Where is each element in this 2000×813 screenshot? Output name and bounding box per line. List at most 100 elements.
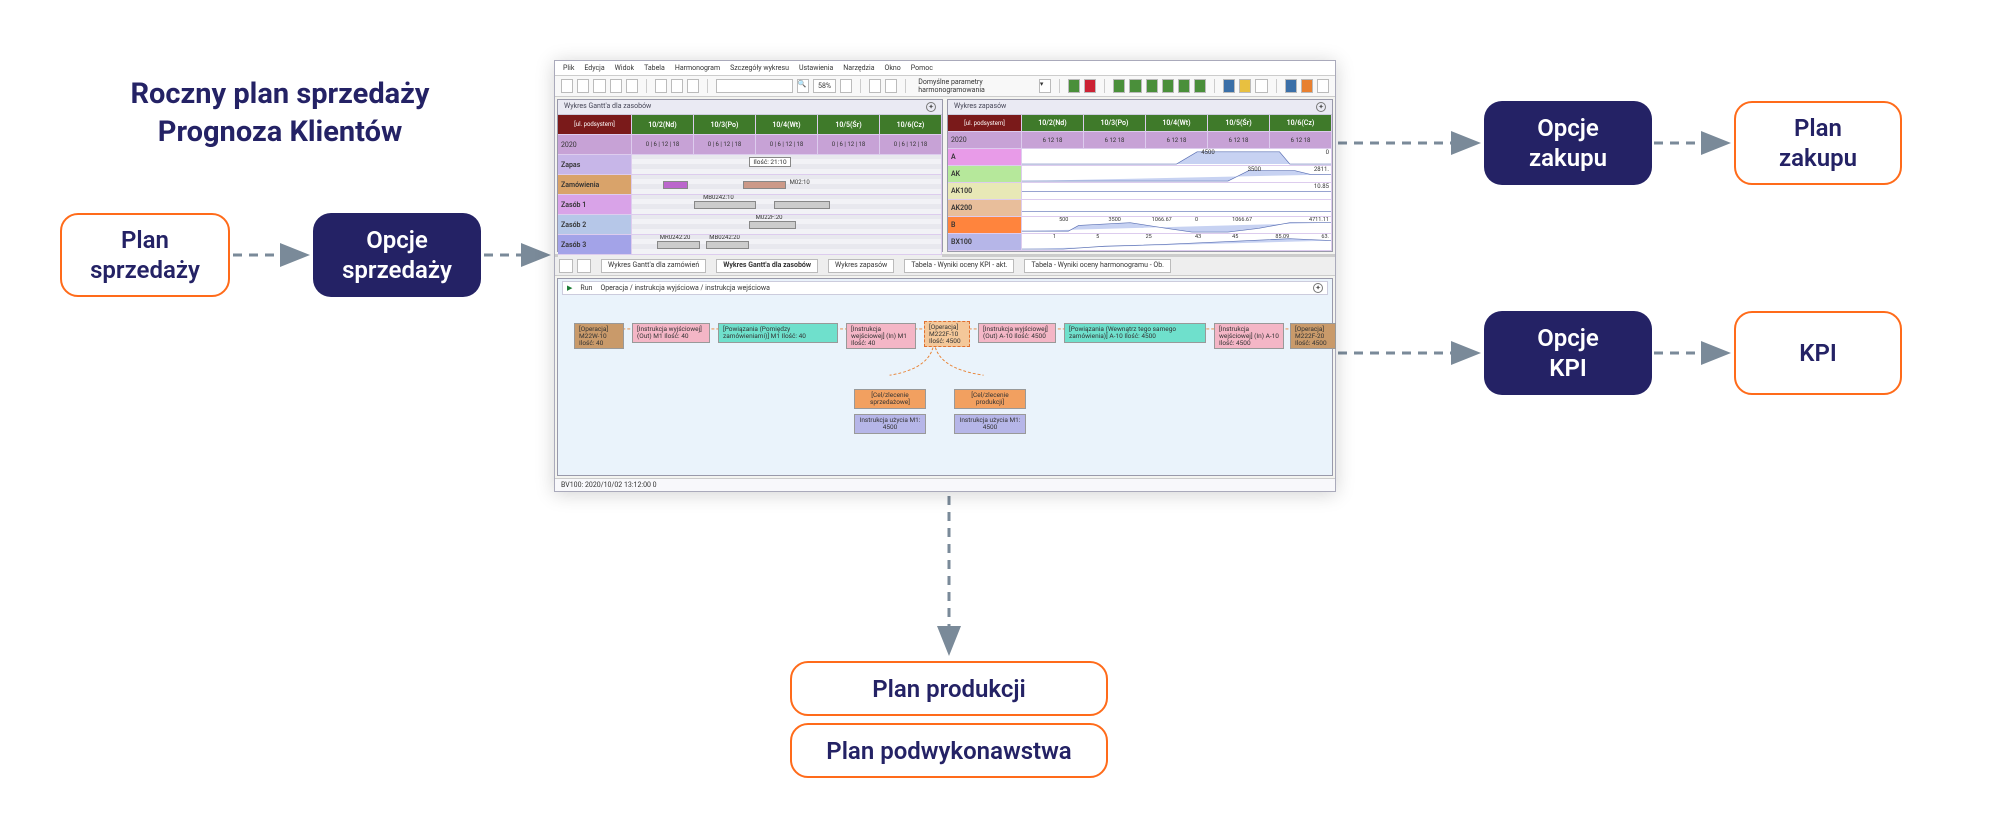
tb-btn[interactable] (1239, 79, 1251, 93)
tb-btn[interactable] (885, 79, 897, 93)
flow-pane: ▶RunOperacja / instrukcja wyjściowa / in… (557, 278, 1333, 476)
tb-btn[interactable] (671, 79, 683, 93)
app-menu: Plik Edycja Widok Tabela Harmonogram Szc… (555, 61, 1335, 76)
tb-btn[interactable] (593, 79, 605, 93)
bar-label: MB0242:20 (709, 235, 740, 241)
menu-item[interactable]: Pomoc (911, 64, 933, 72)
flow-node[interactable]: Instrukcja użycia M1: 4500 (954, 414, 1026, 434)
tb-btn[interactable] (687, 79, 699, 93)
tb-btn[interactable] (840, 79, 852, 93)
tb-btn[interactable] (626, 79, 638, 93)
tb-btn[interactable] (1255, 79, 1267, 93)
tb-btn[interactable] (1146, 79, 1158, 93)
tb-btn[interactable] (655, 79, 667, 93)
tb-btn[interactable] (577, 79, 589, 93)
tb-btn[interactable] (1162, 79, 1174, 93)
tb-btn[interactable] (1301, 79, 1313, 93)
flow-node[interactable]: [Cel/zlecenie sprzedażowe] (854, 389, 926, 409)
value: 45 (1232, 234, 1238, 240)
row-label: AK (948, 166, 1022, 183)
menu-item[interactable]: Harmonogram (675, 64, 720, 72)
tb-btn[interactable] (610, 79, 622, 93)
app-toolbar-1: 🔍 58% Domyślne parametry harmonogramowan… (555, 76, 1335, 97)
menu-item[interactable]: Plik (563, 64, 574, 72)
date-header: 10/4(Wt) (756, 115, 818, 135)
year-cell: 2020 (558, 135, 632, 155)
menu-item[interactable]: Okno (885, 64, 901, 72)
flow-node[interactable]: [Cel/zlecenie produkcji] (954, 389, 1026, 409)
menu-item[interactable]: Edycja (584, 64, 604, 72)
menu-item[interactable]: Ustawienia (799, 64, 833, 72)
tb-btn[interactable] (1113, 79, 1125, 93)
tb-param-label: Domyślne parametry harmonogramowania (914, 78, 1035, 94)
tb-btn[interactable] (561, 79, 573, 93)
date-header: 10/2(Nd) (1022, 115, 1084, 132)
date-header: 10/3(Po) (694, 115, 756, 135)
bar-label: M02:10 (790, 179, 810, 186)
row-label: A (948, 149, 1022, 166)
date-header: 10/5(Śr) (1208, 115, 1270, 132)
row-label: Zasób 3 (558, 235, 632, 255)
pane-tab[interactable]: Wykres Gantt'a dla zasobów (716, 259, 818, 273)
pane-tab[interactable]: Wykres Gantt'a dla zamówień (601, 259, 706, 273)
flow-node[interactable]: [Operacja] M222F-10 Ilość: 4500 (924, 321, 970, 347)
tb-btn[interactable] (869, 79, 881, 93)
pane-tab[interactable]: Wykres zapasów (828, 259, 894, 273)
value: 4500 (1201, 149, 1215, 156)
year-cell: 2020 (948, 132, 1022, 149)
bar-label: M022F:20 (756, 215, 783, 221)
value: 1066.67 (1232, 217, 1252, 223)
pane-title-left: Wykres Gantt'a dla zasobów (564, 102, 651, 112)
flow-node[interactable]: [Instrukcja wyjściowej] (Out) A-10 Ilość… (978, 323, 1056, 343)
tb-dropdown-icon[interactable]: ▾ (1039, 79, 1051, 93)
flow-node[interactable]: [Instrukcja wyjściowej] (Out) M1 Ilość: … (632, 323, 710, 343)
tb-search-icon[interactable]: 🔍 (797, 79, 809, 93)
flow-node[interactable]: [Powiązania (Wewnątrz tego samego zamówi… (1064, 323, 1206, 343)
row-label: Zapas (558, 155, 632, 175)
tb-btn[interactable] (1194, 79, 1206, 93)
date-header: 10/3(Po) (1084, 115, 1146, 132)
tb-btn[interactable] (1129, 79, 1141, 93)
tb-btn[interactable] (1068, 79, 1080, 93)
bar-label: MR0242:20 (660, 235, 691, 241)
tb-search[interactable] (716, 79, 793, 93)
menu-item[interactable]: Widok (615, 64, 634, 72)
tb-btn[interactable] (1084, 79, 1096, 93)
flow-node[interactable]: [Operacja] M22W-10 Ilość: 40 (574, 323, 624, 349)
left-timeline: [ul. podsystem] 10/2(Nd) 10/3(Po) 10/4(W… (558, 115, 942, 255)
tb-btn[interactable] (577, 259, 591, 273)
menu-item[interactable]: Szczegóły wykresu (730, 64, 789, 72)
corner-cell: [ul. podsystem] (948, 115, 1022, 132)
corner-cell: [ul. podsystem] (558, 115, 632, 135)
menu-item[interactable]: Narzędzia (843, 64, 874, 72)
menu-item[interactable]: Tabela (644, 64, 665, 72)
flow-node[interactable]: [Instrukcja wejściowej] (In) M1 Ilość: 4… (846, 323, 916, 349)
pane-tab[interactable]: Tabela - Wyniki oceny KPI - akt. (904, 259, 1014, 273)
tb-btn[interactable] (559, 259, 573, 273)
row-label: Zasób 1 (558, 195, 632, 215)
bar-label: MB0242:10 (703, 195, 734, 201)
tb-btn[interactable] (1178, 79, 1190, 93)
tb-btn[interactable] (1317, 79, 1329, 93)
pane-title-right: Wykres zapasów (954, 102, 1006, 112)
value: 500 (1059, 217, 1068, 223)
date-header: 10/6(Cz) (880, 115, 942, 135)
tag: Ilość: 21:10 (749, 157, 790, 167)
value: 4711.11 (1309, 217, 1329, 223)
flow-node[interactable]: [Operacja] M222F-20 Ilość: 4500 (1290, 323, 1336, 349)
flow-node[interactable]: [Powiązania (Pomiędzy zamówieniami)] M1 … (718, 323, 838, 343)
pane-tab[interactable]: Tabela - Wyniki oceny harmonogramu - Ob. (1024, 259, 1171, 273)
date-header: 10/5(Śr) (818, 115, 880, 135)
row-label: Zamówienia (558, 175, 632, 195)
gear-icon[interactable] (1316, 102, 1326, 112)
tb-btn[interactable] (1223, 79, 1235, 93)
flow-node[interactable]: Instrukcja użycia M1: 4500 (854, 414, 926, 434)
value: 85.09 (1275, 234, 1289, 240)
tb-btn[interactable] (1285, 79, 1297, 93)
row-label: BX100 (948, 234, 1022, 251)
value: 63. (1321, 234, 1329, 240)
right-inventory-pane: Wykres zapasów [ul. podsystem] 10/2(Nd) … (947, 99, 1333, 252)
gear-icon[interactable] (926, 102, 936, 112)
flow-node[interactable]: [Instrukcja wejściowej] (In) A-10 Ilość:… (1214, 323, 1284, 349)
tb-zoom[interactable]: 58% (813, 79, 836, 93)
